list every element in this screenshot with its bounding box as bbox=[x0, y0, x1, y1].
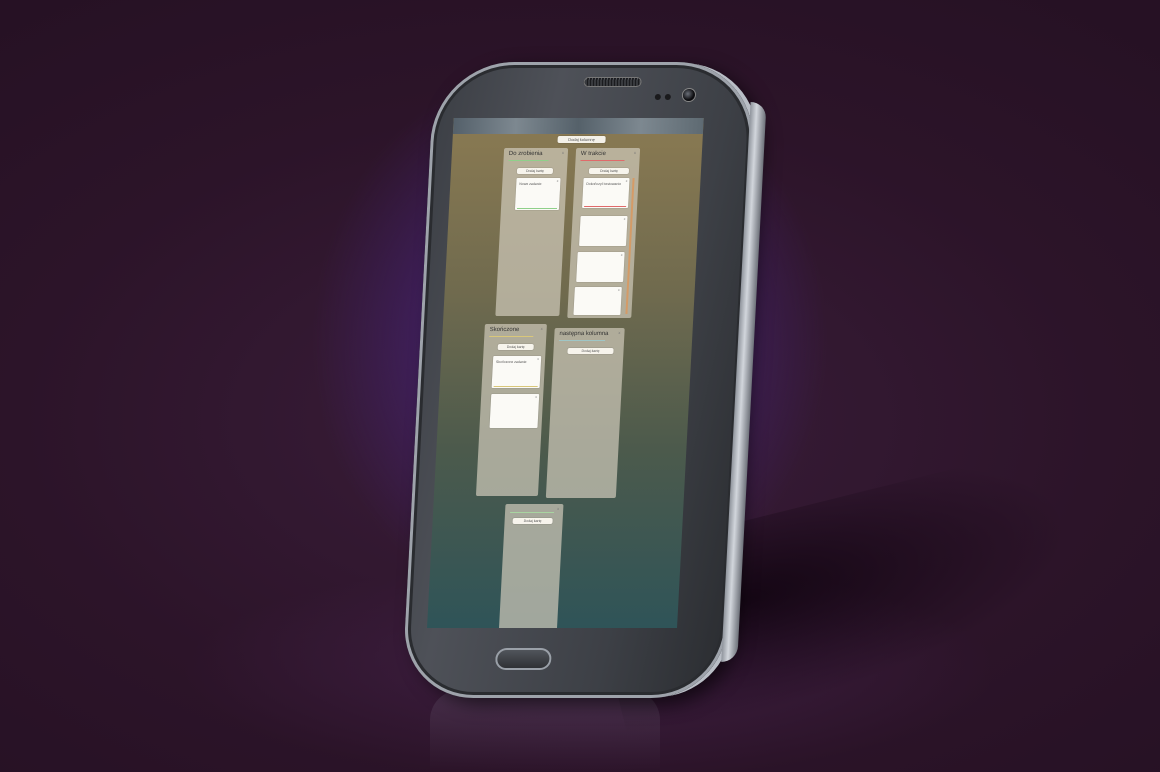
column-do-zrobienia: Do zrobienia x Dodaj kartę Nowe zadanie … bbox=[495, 148, 569, 316]
add-card-button[interactable]: Dodaj kartę bbox=[516, 168, 554, 174]
column-accent-line bbox=[510, 512, 555, 513]
close-icon[interactable]: x bbox=[618, 288, 620, 292]
close-icon[interactable]: x bbox=[626, 179, 628, 183]
column-accent-line bbox=[489, 336, 534, 337]
card[interactable]: Skończone zadanie x bbox=[491, 356, 542, 388]
front-camera-icon bbox=[682, 89, 696, 101]
close-icon[interactable]: x bbox=[557, 179, 559, 183]
column-title: W trakcie bbox=[580, 151, 607, 157]
proximity-sensor bbox=[654, 94, 661, 100]
screen-header-bar bbox=[452, 118, 704, 134]
card[interactable]: x bbox=[579, 216, 628, 246]
close-icon[interactable]: x bbox=[624, 217, 626, 221]
card[interactable]: x bbox=[489, 394, 540, 428]
add-card-button[interactable]: Dodaj kartę bbox=[497, 344, 534, 350]
close-icon[interactable]: x bbox=[535, 395, 537, 399]
column-accent-line bbox=[580, 160, 625, 161]
column-skonczone: Skończone x Dodaj kartę Skończone zadani… bbox=[475, 324, 547, 496]
card-accent-line bbox=[584, 206, 627, 207]
card[interactable]: x bbox=[576, 252, 625, 282]
column-untitled: x Dodaj kartę bbox=[498, 504, 564, 628]
card[interactable]: Nowe zadanie x bbox=[514, 178, 561, 210]
card-text: Nowe zadanie bbox=[519, 182, 542, 186]
earpiece-speaker bbox=[583, 77, 642, 87]
add-card-button[interactable]: Dodaj kartę bbox=[512, 518, 553, 524]
card[interactable]: x bbox=[573, 287, 622, 315]
close-icon[interactable]: x bbox=[618, 330, 620, 335]
card-text: Skończone zadanie bbox=[495, 360, 527, 364]
card-text: Dokończyć testowanie bbox=[586, 182, 622, 186]
card-accent-line bbox=[493, 386, 538, 387]
column-w-trakcie: W trakcie x Dodaj kartę Dokończyć testow… bbox=[567, 148, 641, 318]
add-card-button[interactable]: Dodaj kartę bbox=[588, 168, 630, 174]
phone-device: Dodaj kolumnę Do zrobienia x Dodaj kartę… bbox=[401, 62, 767, 698]
phone-reflection bbox=[430, 690, 660, 772]
card-accent-line bbox=[516, 208, 558, 209]
column-accent-line bbox=[559, 340, 606, 341]
column-title: Do zrobienia bbox=[508, 151, 543, 157]
close-icon[interactable]: x bbox=[562, 150, 564, 155]
phone-screen: Dodaj kolumnę Do zrobienia x Dodaj kartę… bbox=[427, 118, 704, 628]
column-title: Skończone bbox=[489, 327, 520, 333]
light-sensor bbox=[664, 94, 671, 100]
close-icon[interactable]: x bbox=[634, 150, 636, 155]
close-icon[interactable]: x bbox=[557, 506, 559, 511]
home-button[interactable] bbox=[494, 648, 552, 670]
add-column-button[interactable]: Dodaj kolumnę bbox=[557, 136, 606, 143]
card[interactable]: Dokończyć testowanie x bbox=[582, 178, 630, 208]
close-icon[interactable]: x bbox=[537, 357, 539, 361]
close-icon[interactable]: x bbox=[541, 326, 543, 331]
close-icon[interactable]: x bbox=[621, 253, 623, 257]
column-title: następna kolumna bbox=[559, 331, 609, 337]
column-nastepna-kolumna: następna kolumna x Dodaj kartę bbox=[545, 328, 625, 498]
add-card-button[interactable]: Dodaj kartę bbox=[567, 348, 614, 354]
column-accent-line bbox=[508, 160, 549, 161]
